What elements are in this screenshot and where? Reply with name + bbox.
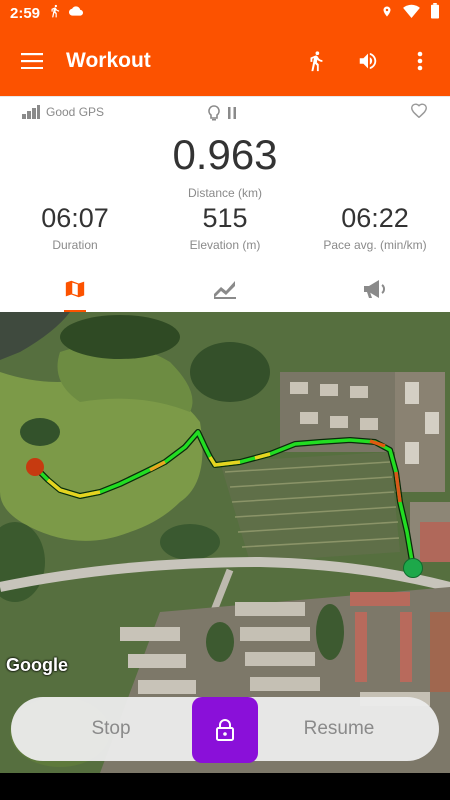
pause-icon	[228, 107, 236, 119]
pace-label: Pace avg. (min/km)	[323, 238, 427, 252]
metric-elevation: 515 Elevation (m)	[150, 203, 300, 252]
page-title: Workout	[66, 49, 151, 72]
activity-type-button[interactable]	[298, 43, 334, 79]
favorite-button[interactable]	[410, 102, 428, 123]
tab-map[interactable]	[0, 265, 150, 313]
status-bar: 2:59	[0, 0, 450, 26]
map-attribution: Google	[6, 655, 68, 675]
system-nav-bar	[0, 773, 450, 800]
metric-duration: 06:07 Duration	[0, 203, 150, 252]
menu-button[interactable]	[12, 41, 52, 81]
tab-coach[interactable]	[300, 265, 450, 313]
wifi-icon	[403, 4, 420, 22]
distance-label: Distance (km)	[187, 186, 262, 200]
stop-button[interactable]: Stop	[11, 697, 211, 761]
signal-icon	[22, 105, 40, 119]
more-options-button[interactable]	[402, 43, 438, 79]
duration-label: Duration	[52, 238, 98, 252]
location-icon	[381, 4, 393, 23]
view-tabs	[0, 265, 450, 313]
sensor-icon	[208, 105, 220, 121]
pace-value: 06:22	[341, 203, 409, 233]
hamburger-icon	[21, 53, 43, 69]
battery-icon	[430, 3, 440, 23]
running-icon	[48, 4, 62, 22]
stats-panel: Good GPS 0.963 Distance (km) 06:07 Durat…	[0, 96, 450, 313]
distance-value: 0.963	[172, 131, 278, 178]
gps-status-label: Good GPS	[46, 105, 105, 119]
resume-button[interactable]: Resume	[239, 697, 439, 761]
duration-value: 06:07	[41, 203, 109, 233]
more-icon	[417, 51, 423, 71]
tab-chart[interactable]	[150, 265, 300, 313]
heart-icon	[410, 103, 428, 119]
volume-button[interactable]	[350, 43, 386, 79]
elevation-value: 515	[202, 203, 248, 233]
lock-icon	[216, 719, 234, 741]
status-time: 2:59	[10, 4, 41, 22]
cloud-icon	[68, 4, 84, 22]
app-bar: Workout	[0, 26, 450, 96]
chart-icon	[214, 281, 236, 299]
map-icon	[65, 280, 85, 298]
activity-type-icon	[310, 51, 323, 72]
megaphone-icon	[364, 280, 386, 298]
volume-icon	[359, 52, 377, 70]
lock-button[interactable]	[192, 697, 258, 763]
gps-status: Good GPS	[22, 105, 104, 119]
elevation-label: Elevation (m)	[189, 238, 261, 252]
metric-pace: 06:22 Pace avg. (min/km)	[300, 203, 450, 252]
